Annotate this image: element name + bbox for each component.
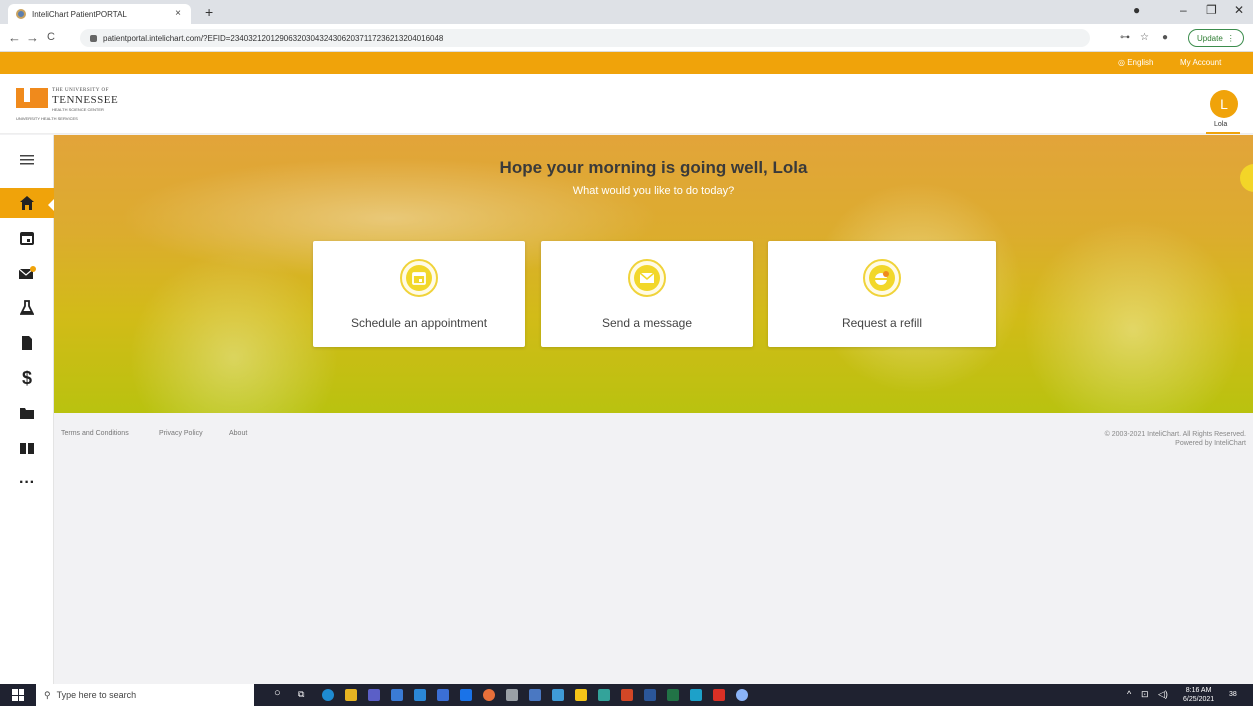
taskbar-clock[interactable]: 8:16 AM 6/25/2021 bbox=[1183, 686, 1214, 704]
terms-link[interactable]: Terms and Conditions bbox=[61, 430, 129, 437]
top-utility-bar bbox=[0, 52, 1253, 74]
profile-circle-icon[interactable]: ● bbox=[1133, 3, 1140, 17]
url-field[interactable]: patientportal.intelichart.com/?EFID=2340… bbox=[80, 29, 1090, 47]
taskbar-search[interactable]: ⚲ Type here to search bbox=[36, 684, 254, 706]
sidebar-item-education[interactable] bbox=[0, 433, 54, 463]
about-link[interactable]: About bbox=[229, 430, 247, 437]
profile-icon[interactable]: ● bbox=[1162, 32, 1168, 43]
card-label: Schedule an appointment bbox=[350, 316, 488, 330]
address-bar-row: ← → C patientportal.intelichart.com/?EFI… bbox=[0, 24, 1253, 52]
cortana-icon[interactable]: ○ bbox=[274, 687, 281, 699]
sidebar-item-more[interactable]: ··· bbox=[0, 468, 54, 498]
ut-logo-mark bbox=[16, 88, 48, 108]
greeting-heading: Hope your morning is going well, Lola bbox=[499, 158, 808, 177]
utk-logo[interactable]: THE UNIVERSITY OF TENNESSEE HEALTH SCIEN… bbox=[16, 86, 146, 122]
more-icon: ··· bbox=[19, 474, 35, 491]
edge-icon[interactable] bbox=[322, 689, 334, 701]
globe-icon: ◎ bbox=[1118, 58, 1128, 67]
sidebar-item-menu[interactable] bbox=[0, 145, 54, 175]
document-icon bbox=[22, 336, 32, 350]
dollar-icon: $ bbox=[21, 367, 32, 388]
window-close-icon[interactable]: ✕ bbox=[1234, 3, 1244, 17]
tray-chevron-icon[interactable]: ^ bbox=[1127, 689, 1131, 699]
home-icon bbox=[20, 196, 34, 210]
request-refill-card[interactable]: Request a refill bbox=[768, 241, 996, 347]
sidebar-item-documents[interactable] bbox=[0, 328, 54, 358]
user-name[interactable]: Lola bbox=[1214, 121, 1227, 128]
envelope-icon bbox=[628, 259, 666, 297]
outlook-icon[interactable] bbox=[552, 689, 564, 701]
windows-start-icon[interactable] bbox=[12, 689, 24, 701]
send-message-card[interactable]: Send a message bbox=[541, 241, 753, 347]
excel-icon[interactable] bbox=[667, 689, 679, 701]
restore-icon[interactable]: ❐ bbox=[1206, 3, 1217, 17]
teams-icon[interactable] bbox=[368, 689, 380, 701]
schedule-appointment-card[interactable]: Schedule an appointment bbox=[313, 241, 525, 347]
browser-tab-bar: InteliChart PatientPORTAL × + ● – ❐ ✕ bbox=[0, 0, 1253, 24]
minimize-icon[interactable]: – bbox=[1180, 3, 1187, 17]
avatar-underline bbox=[1206, 132, 1240, 134]
sidebar-item-files[interactable] bbox=[0, 398, 54, 428]
back-button[interactable]: ← bbox=[8, 30, 21, 45]
sidebar-item-messages[interactable] bbox=[0, 258, 54, 288]
sticky-notes-icon[interactable] bbox=[575, 689, 587, 701]
card-label: Request a refill bbox=[841, 316, 923, 330]
acrobat-icon[interactable] bbox=[713, 689, 725, 701]
powerpoint-icon[interactable] bbox=[621, 689, 633, 701]
folder-icon bbox=[20, 408, 34, 419]
update-button[interactable]: Update ⋮ bbox=[1188, 29, 1244, 47]
notifications-icon[interactable]: 38 bbox=[1229, 691, 1237, 698]
photos-icon[interactable] bbox=[460, 689, 472, 701]
site-header: THE UNIVERSITY OF TENNESSEE HEALTH SCIEN… bbox=[0, 74, 1253, 134]
calendar-icon bbox=[20, 232, 34, 245]
word-icon[interactable] bbox=[644, 689, 656, 701]
key-icon[interactable]: ⊶ bbox=[1120, 32, 1130, 43]
volume-icon[interactable]: ◁) bbox=[1158, 689, 1168, 700]
sidebar-item-home[interactable] bbox=[0, 188, 54, 218]
user-avatar[interactable]: L bbox=[1210, 90, 1238, 118]
pill-icon bbox=[863, 259, 901, 297]
calendar-icon bbox=[400, 259, 438, 297]
favicon-icon bbox=[16, 9, 26, 19]
chrome-icon[interactable] bbox=[483, 689, 495, 701]
sidebar-item-appointments[interactable] bbox=[0, 223, 54, 253]
lock-icon bbox=[90, 34, 97, 42]
file-explorer-icon[interactable] bbox=[345, 689, 357, 701]
tab-close-icon[interactable]: × bbox=[175, 8, 181, 19]
network-icon[interactable]: ⊡ bbox=[1141, 689, 1149, 700]
star-icon[interactable]: ☆ bbox=[1140, 32, 1149, 43]
sidebar-item-lab-results[interactable] bbox=[0, 293, 54, 323]
search-icon: ⚲ bbox=[44, 689, 51, 700]
sidebar-nav: $ ··· bbox=[0, 135, 54, 684]
mail-icon[interactable] bbox=[414, 689, 426, 701]
hamburger-icon bbox=[20, 155, 34, 165]
sidebar-item-billing[interactable]: $ bbox=[0, 363, 54, 393]
task-view-icon[interactable]: ⧉ bbox=[298, 689, 304, 700]
envelope-icon bbox=[18, 266, 36, 279]
app-icon-2[interactable] bbox=[529, 689, 541, 701]
language-selector[interactable]: ◎ English bbox=[1118, 58, 1153, 67]
privacy-link[interactable]: Privacy Policy bbox=[159, 430, 203, 437]
app-icon-3[interactable] bbox=[690, 689, 702, 701]
app-icon-4[interactable] bbox=[736, 689, 748, 701]
greeting-subtitle: What would you like to do today? bbox=[572, 185, 735, 197]
card-label: Send a message bbox=[601, 316, 693, 330]
app-icon-1[interactable] bbox=[506, 689, 518, 701]
windows-taskbar: ⚲ Type here to search ○ ⧉ ^ ⊡ ◁) 8:16 AM… bbox=[0, 684, 1253, 706]
flask-icon bbox=[20, 300, 34, 315]
browser-tab[interactable]: InteliChart PatientPORTAL × bbox=[8, 4, 191, 24]
store-icon[interactable] bbox=[391, 689, 403, 701]
project-icon[interactable] bbox=[598, 689, 610, 701]
book-icon bbox=[20, 443, 34, 454]
reload-button[interactable]: C bbox=[47, 31, 55, 43]
my-account-link[interactable]: My Account bbox=[1180, 58, 1221, 67]
url-text: patientportal.intelichart.com/?EFID=2340… bbox=[103, 33, 444, 43]
kebab-menu-icon: ⋮ bbox=[1226, 33, 1235, 43]
copyright: © 2003-2021 InteliChart. All Rights Rese… bbox=[1104, 431, 1246, 447]
new-tab-button[interactable]: + bbox=[205, 4, 213, 20]
forward-button[interactable]: → bbox=[26, 30, 39, 45]
tab-title: InteliChart PatientPORTAL bbox=[32, 9, 127, 19]
network-app-icon[interactable] bbox=[437, 689, 449, 701]
